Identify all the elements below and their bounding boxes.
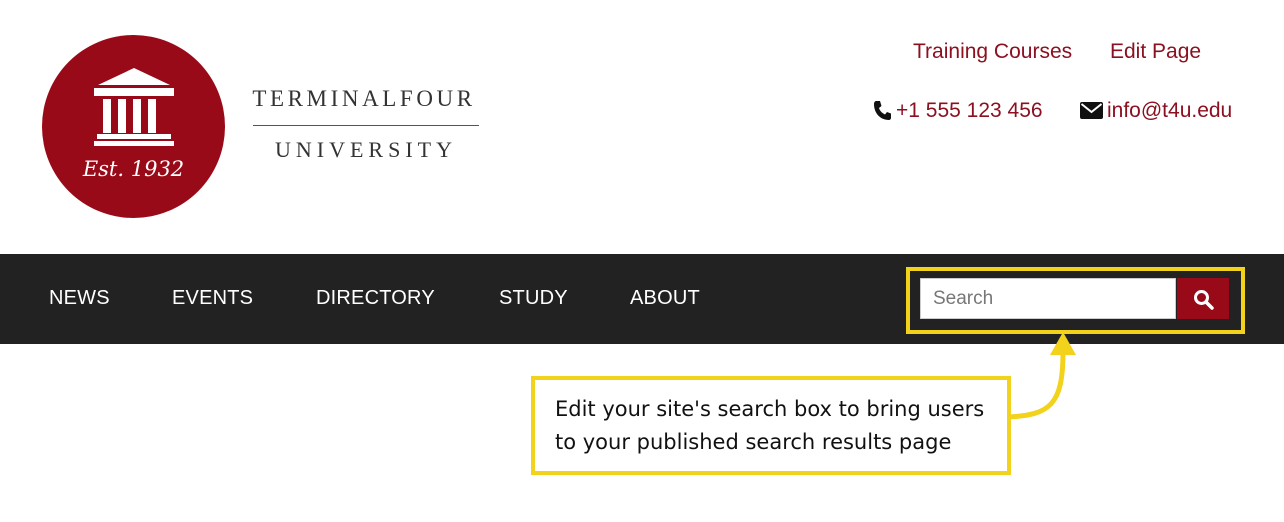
nav-item-about[interactable]: ABOUT <box>630 287 700 310</box>
annotation-text: Edit your site's search box to bring use… <box>555 397 985 454</box>
edit-page-link[interactable]: Edit Page <box>1110 40 1201 64</box>
logo-divider <box>253 125 479 126</box>
nav-item-news[interactable]: NEWS <box>49 287 110 310</box>
phone-link[interactable]: +1 555 123 456 <box>896 99 1043 123</box>
email-link[interactable]: info@t4u.edu <box>1107 99 1232 123</box>
training-courses-link[interactable]: Training Courses <box>913 40 1072 64</box>
university-logo[interactable]: Est. 1932 <box>42 35 225 218</box>
logo-wordmark-bottom: UNIVERSITY <box>275 137 457 162</box>
nav-item-directory[interactable]: DIRECTORY <box>316 287 435 310</box>
building-icon <box>94 68 174 146</box>
site-header: Est. 1932 TERMINALFOUR UNIVERSITY Traini… <box>0 0 1284 254</box>
envelope-icon <box>1080 102 1103 124</box>
annotation-callout: Edit your site's search box to bring use… <box>531 376 1011 475</box>
phone-icon <box>873 100 891 125</box>
search-highlight-box <box>906 267 1245 334</box>
logo-established-text: Est. 1932 <box>82 157 185 181</box>
logo-wordmark-top: TERMINALFOUR <box>252 86 476 111</box>
nav-item-events[interactable]: EVENTS <box>172 287 253 310</box>
nav-item-study[interactable]: STUDY <box>499 287 568 310</box>
